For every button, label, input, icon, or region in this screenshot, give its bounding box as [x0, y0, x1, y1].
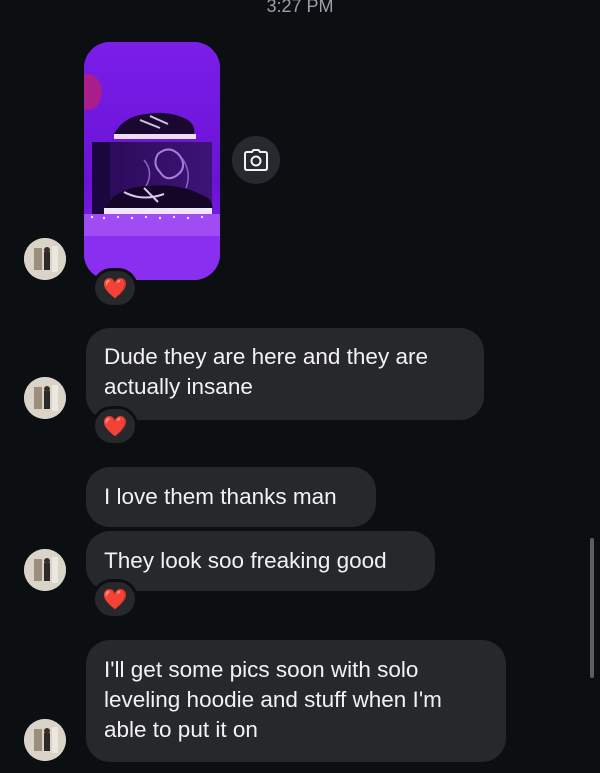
- heart-reaction[interactable]: ❤️: [92, 579, 138, 619]
- photo-message[interactable]: [84, 42, 220, 280]
- heart-reaction[interactable]: ❤️: [92, 268, 138, 308]
- message-bubble[interactable]: Dude they are here and they are actually…: [86, 328, 484, 420]
- avatar[interactable]: [24, 377, 66, 419]
- heart-reaction[interactable]: ❤️: [92, 406, 138, 446]
- chat-screen: 3:27 PM ❤️ Dude they are here and they a…: [0, 0, 600, 773]
- camera-button[interactable]: [232, 136, 280, 184]
- message-text: I love them thanks man: [104, 484, 337, 509]
- avatar-image: [24, 238, 66, 280]
- message-bubble[interactable]: They look soo freaking good: [86, 531, 435, 591]
- camera-icon: [244, 149, 268, 171]
- message-line: able to put it on: [104, 717, 258, 742]
- avatar-image: [24, 549, 66, 591]
- message-bubble[interactable]: I love them thanks man: [86, 467, 376, 527]
- message-line: leveling hoodie and stuff when I'm: [104, 687, 442, 712]
- avatar-image: [24, 719, 66, 761]
- photo-image: [84, 42, 220, 280]
- avatar[interactable]: [24, 238, 66, 280]
- avatar[interactable]: [24, 719, 66, 761]
- timestamp: 3:27 PM: [266, 0, 334, 16]
- message-line: actually insane: [104, 374, 253, 399]
- message-bubble[interactable]: I'll get some pics soon with solo leveli…: [86, 640, 506, 762]
- message-text: They look soo freaking good: [104, 548, 387, 573]
- scrollbar[interactable]: [590, 538, 594, 678]
- message-line: Dude they are here and they are: [104, 344, 428, 369]
- avatar[interactable]: [24, 549, 66, 591]
- message-line: I'll get some pics soon with solo: [104, 657, 419, 682]
- avatar-image: [24, 377, 66, 419]
